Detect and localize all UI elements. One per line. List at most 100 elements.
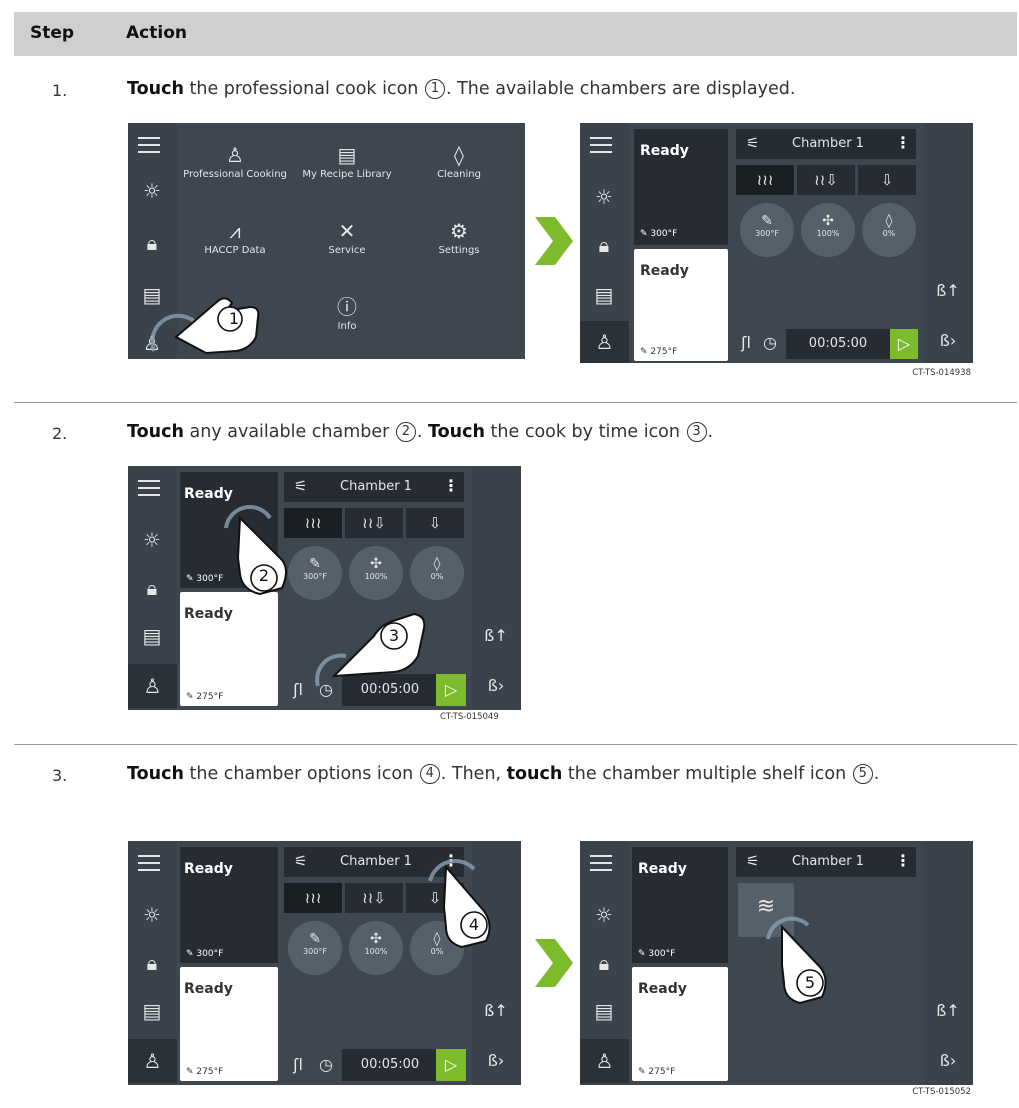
lock-icon[interactable]: 🔒︎ bbox=[588, 947, 620, 979]
humidity-dial[interactable]: ◊ 0% bbox=[862, 203, 916, 257]
brightness-icon[interactable]: ☼ bbox=[136, 899, 168, 931]
recipe-icon[interactable]: ▤ bbox=[588, 995, 620, 1027]
convection-mode-icon[interactable]: ≀≀≀ bbox=[284, 883, 342, 913]
chamber-card-bottom[interactable]: Ready ✎ 275°F bbox=[632, 967, 728, 1081]
fan-dial[interactable]: ✣ 100% bbox=[801, 203, 855, 257]
chamber-card-bottom[interactable]: Ready ✎ 275°F bbox=[634, 249, 728, 361]
chamber-card-top[interactable]: Ready ✎ 300°F bbox=[634, 129, 728, 245]
more-options-icon[interactable]: ⋮ bbox=[890, 847, 916, 877]
thermometer-icon: ✎ bbox=[186, 692, 197, 702]
sliders-icon[interactable]: ⚟ bbox=[746, 134, 759, 152]
temp-probe-icon[interactable]: ß› bbox=[482, 676, 510, 695]
temp-value: 275°F bbox=[196, 692, 224, 702]
lock-icon[interactable]: 🔒︎ bbox=[136, 227, 168, 259]
instruction-text: . bbox=[416, 422, 429, 442]
sliders-icon[interactable]: ⚟ bbox=[746, 852, 759, 870]
chamber-temp: ✎ 300°F bbox=[640, 229, 677, 239]
chamber-card-bottom[interactable]: Ready ✎ 275°F bbox=[180, 967, 278, 1081]
temp-up-icon[interactable]: ß↑ bbox=[934, 1001, 962, 1020]
menu-haccp-data[interactable]: ⩘ HACCP Data bbox=[180, 217, 290, 256]
start-icon[interactable]: ▷ bbox=[436, 674, 466, 706]
cook-icon[interactable]: ♙ bbox=[128, 1039, 177, 1083]
chamber-title-bar: ⚟ Chamber 1 bbox=[736, 129, 916, 159]
emphasis: Touch bbox=[428, 422, 485, 442]
temp-value: 275°F bbox=[196, 1067, 224, 1077]
thermometer-icon: ✎ bbox=[640, 347, 651, 357]
cook-icon[interactable]: ♙ bbox=[580, 1039, 629, 1083]
sliders-icon[interactable]: ⚟ bbox=[294, 477, 307, 495]
more-options-icon[interactable]: ⋮ bbox=[438, 472, 464, 502]
menu-icon[interactable] bbox=[138, 480, 160, 496]
temp-up-icon[interactable]: ß↑ bbox=[934, 281, 962, 300]
left-sidebar: ☼ 🔒︎ ▤ ♙ bbox=[128, 841, 177, 1085]
start-icon[interactable]: ▷ bbox=[436, 1049, 466, 1081]
chamber-card-top[interactable]: Ready ✎ 300°F bbox=[180, 847, 278, 963]
emphasis: Touch bbox=[127, 764, 184, 784]
lock-icon[interactable]: 🔒︎ bbox=[588, 229, 620, 261]
humidity-dial[interactable]: ◊ 0% bbox=[410, 546, 464, 600]
combi-mode-icon[interactable]: ≀≀⇩ bbox=[345, 508, 403, 538]
menu-settings[interactable]: ⚙ Settings bbox=[404, 217, 514, 256]
sliders-icon[interactable]: ⚟ bbox=[294, 852, 307, 870]
menu-icon[interactable] bbox=[590, 137, 612, 153]
fan-dial[interactable]: ✣ 100% bbox=[349, 546, 403, 600]
fan-dial[interactable]: ✣ 100% bbox=[349, 921, 403, 975]
fan-icon: ✣ bbox=[822, 213, 834, 229]
more-options-icon[interactable]: ⋮ bbox=[890, 129, 916, 159]
chamber-temp: ✎ 275°F bbox=[186, 1067, 223, 1077]
clock-icon[interactable]: ◷ bbox=[758, 333, 782, 352]
brightness-icon[interactable]: ☼ bbox=[136, 524, 168, 556]
menu-label: My Recipe Library bbox=[302, 169, 392, 180]
combi-mode-icon[interactable]: ≀≀⇩ bbox=[797, 165, 855, 195]
cook-icon[interactable]: ♙ bbox=[580, 321, 629, 363]
clock-icon[interactable]: ◷ bbox=[314, 1055, 338, 1074]
cook-icon[interactable]: ♙ bbox=[128, 664, 177, 708]
figure-caption: CT-TS-015052 bbox=[912, 1087, 971, 1097]
menu-info[interactable]: ⓘ Info bbox=[292, 293, 402, 332]
lock-icon[interactable]: 🔒︎ bbox=[136, 572, 168, 604]
menu-professional-cooking[interactable]: ♙ Professional Cooking bbox=[180, 141, 290, 180]
menu-recipe-library[interactable]: ▤ My Recipe Library bbox=[292, 141, 402, 180]
menu-icon[interactable] bbox=[590, 855, 612, 871]
chamber-temp: ✎ 300°F bbox=[186, 949, 223, 959]
chamber-title-bar: ⚟ Chamber 1 bbox=[736, 847, 916, 877]
menu-cleaning[interactable]: ◊ Cleaning bbox=[404, 141, 514, 180]
callout-marker: 1 bbox=[424, 79, 445, 99]
instruction-text: . bbox=[707, 422, 714, 442]
brightness-icon[interactable]: ☼ bbox=[136, 175, 168, 207]
probe-icon[interactable]: ʃl bbox=[284, 680, 312, 699]
chamber-card-top[interactable]: Ready ✎ 300°F bbox=[632, 847, 728, 963]
pointing-hand-icon bbox=[766, 916, 827, 1005]
temp-dial[interactable]: ✎ 300°F bbox=[288, 921, 342, 975]
chef-icon: ♙ bbox=[226, 143, 244, 167]
dial-value: 0% bbox=[882, 229, 896, 238]
instruction-text: . The available chambers are displayed. bbox=[445, 79, 796, 99]
emphasis: Touch bbox=[127, 422, 184, 442]
timer-display[interactable]: 00:05:00 bbox=[786, 329, 890, 359]
temp-up-icon[interactable]: ß↑ bbox=[482, 1001, 510, 1020]
timer-display[interactable]: 00:05:00 bbox=[342, 1049, 438, 1081]
recipe-icon[interactable]: ▤ bbox=[588, 279, 620, 311]
brightness-icon[interactable]: ☼ bbox=[588, 899, 620, 931]
menu-service[interactable]: ✕ Service bbox=[292, 217, 402, 256]
temp-up-icon[interactable]: ß↑ bbox=[482, 626, 510, 645]
probe-icon[interactable]: ʃl bbox=[284, 1055, 312, 1074]
chart-icon: ⩘ bbox=[229, 219, 241, 243]
lock-icon[interactable]: 🔒︎ bbox=[136, 947, 168, 979]
temp-probe-icon[interactable]: ß› bbox=[482, 1051, 510, 1070]
temp-dial[interactable]: ✎ 300°F bbox=[740, 203, 794, 257]
combi-mode-icon[interactable]: ≀≀⇩ bbox=[345, 883, 403, 913]
steam-mode-icon[interactable]: ⇩ bbox=[406, 508, 464, 538]
temp-probe-icon[interactable]: ß› bbox=[934, 1051, 962, 1070]
brightness-icon[interactable]: ☼ bbox=[588, 181, 620, 213]
chamber-card-bottom[interactable]: Ready ✎ 275°F bbox=[180, 592, 278, 706]
menu-icon[interactable] bbox=[138, 855, 160, 871]
recipe-icon[interactable]: ▤ bbox=[136, 995, 168, 1027]
recipe-icon[interactable]: ▤ bbox=[136, 620, 168, 652]
start-icon[interactable]: ▷ bbox=[890, 329, 918, 359]
steam-mode-icon[interactable]: ⇩ bbox=[858, 165, 916, 195]
menu-icon[interactable] bbox=[138, 137, 160, 153]
convection-mode-icon[interactable]: ≀≀≀ bbox=[736, 165, 794, 195]
temp-probe-icon[interactable]: ß› bbox=[934, 331, 962, 350]
probe-icon[interactable]: ʃl bbox=[732, 333, 760, 352]
